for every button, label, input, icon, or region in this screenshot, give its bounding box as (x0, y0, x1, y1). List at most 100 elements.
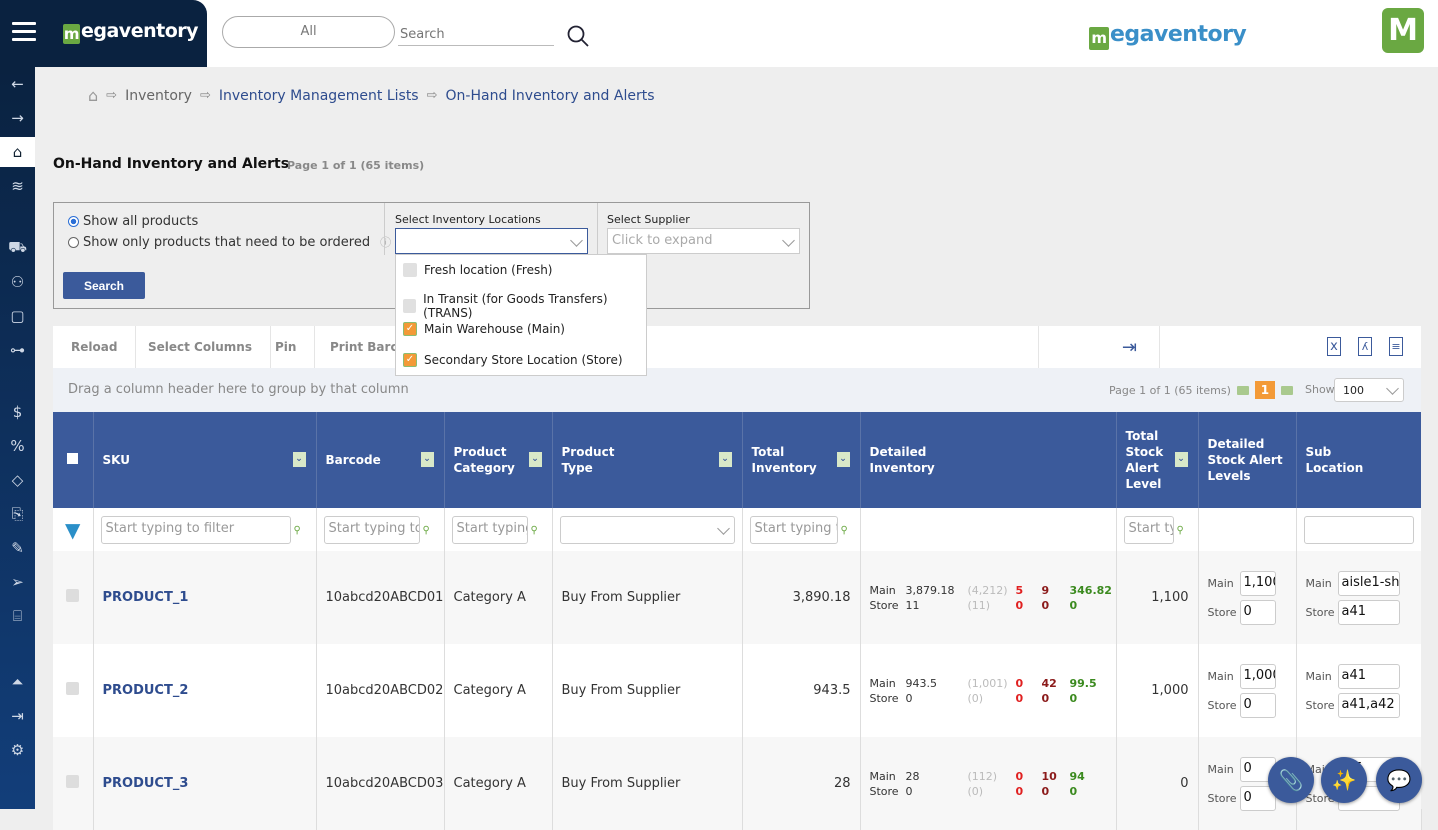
column-header[interactable]: Detailed Stock Alert Levels (1198, 412, 1297, 508)
column-header[interactable]: Sub Location (1296, 412, 1422, 508)
search-button[interactable]: Search (63, 272, 145, 299)
sku-filter[interactable]: Start typing to filter (100, 515, 291, 544)
chat-button[interactable]: 💬 (1376, 757, 1422, 803)
alert-level-filter[interactable]: Start typing to filter (1123, 515, 1174, 544)
column-header[interactable]: Total Inventory ⌄ (742, 412, 861, 508)
locations-select[interactable] (395, 228, 588, 254)
tag-icon[interactable]: ◇ (0, 465, 35, 495)
sku-link[interactable]: PRODUCT_2 (103, 683, 189, 698)
location-option[interactable]: ✓ Main Warehouse (Main) (403, 322, 565, 336)
layers-icon[interactable]: ≋ (0, 171, 35, 201)
supplier-select[interactable]: Click to expand (607, 228, 800, 254)
search-icon[interactable] (566, 24, 590, 48)
checkbox[interactable]: ✓ (403, 322, 417, 336)
sub-location-input[interactable]: a41,a42 (1337, 692, 1400, 718)
import-icon[interactable]: ⇥ (1122, 337, 1137, 358)
checkbox[interactable] (403, 299, 417, 313)
forward-arrow-icon[interactable]: → (0, 103, 35, 133)
garage-icon[interactable]: ⌸ (0, 601, 35, 631)
truck-icon[interactable]: ⛟ (0, 233, 35, 263)
page-size-select[interactable]: 100 (1334, 378, 1404, 402)
location-option[interactable]: ✓ Secondary Store Location (Store) (403, 353, 623, 367)
pin-icon[interactable]: ⚲ (423, 525, 430, 536)
dollar-icon[interactable]: $ (0, 397, 35, 427)
sub-location-input[interactable]: a41 (1337, 663, 1400, 689)
brush-icon[interactable]: ✎ (0, 533, 35, 563)
breadcrumb-inventory[interactable]: Inventory (125, 88, 192, 104)
select-all-checkbox[interactable] (67, 453, 79, 464)
table-row[interactable]: PRODUCT_3 10abcd20ABCD03 Category A Buy … (53, 737, 1422, 830)
scroll-icon[interactable]: ⎘ (0, 499, 35, 529)
search-input[interactable] (398, 24, 554, 46)
home-icon[interactable]: ⌂ (88, 86, 98, 105)
magic-wand-button[interactable]: ✨ (1321, 757, 1367, 803)
radio-show-all[interactable]: Show all products (68, 214, 198, 229)
breadcrumb-current[interactable]: On-Hand Inventory and Alerts (446, 88, 655, 104)
import-icon[interactable]: ⇥ (0, 701, 35, 731)
radio-show-to-order[interactable]: Show only products that need to be order… (68, 234, 391, 250)
table-row[interactable]: PRODUCT_2 10abcd20ABCD02 Category A Buy … (53, 644, 1422, 737)
prev-page-button[interactable] (1236, 385, 1249, 395)
row-checkbox[interactable] (66, 589, 80, 602)
hamburger-menu-icon[interactable] (12, 22, 36, 42)
current-page[interactable]: 1 (1254, 381, 1275, 399)
column-menu-icon[interactable]: ⌄ (292, 452, 306, 467)
search-scope-select[interactable]: All (222, 16, 395, 48)
warehouse-icon[interactable]: ⌂ (0, 137, 35, 167)
pin-icon[interactable]: ⚲ (294, 525, 301, 536)
alert-level-input[interactable]: 0 (1239, 692, 1276, 718)
column-header[interactable]: Product Category ⌄ (444, 412, 553, 508)
column-menu-icon[interactable]: ⌄ (718, 452, 732, 467)
pin-button[interactable]: Pin (257, 326, 316, 368)
box-icon[interactable]: ▢ (0, 301, 35, 331)
sub-location-input[interactable]: a41 (1337, 599, 1400, 625)
column-menu-icon[interactable]: ⌄ (420, 452, 434, 467)
alert-level-input[interactable]: 0 (1239, 599, 1276, 625)
location-option[interactable]: Fresh location (Fresh) (403, 263, 552, 277)
next-page-button[interactable] (1280, 385, 1293, 395)
alert-level-input[interactable]: 1,000 (1239, 663, 1276, 689)
sku-link[interactable]: PRODUCT_3 (103, 776, 189, 791)
attachment-button[interactable]: 📎 (1268, 757, 1314, 803)
column-header[interactable]: SKU ⌄ (93, 412, 317, 508)
gear-icon[interactable]: ⚙ (0, 735, 35, 765)
checkbox[interactable] (403, 263, 417, 277)
select-columns-button[interactable]: Select Columns (130, 326, 271, 368)
row-checkbox[interactable] (66, 775, 80, 788)
users-icon[interactable]: ⚇ (0, 267, 35, 297)
workflow-icon[interactable]: ⊶ (0, 335, 35, 365)
help-icon[interactable]: ⓘ (380, 234, 391, 250)
chart-icon[interactable]: ⏶ (0, 667, 35, 697)
sku-link[interactable]: PRODUCT_1 (103, 590, 189, 605)
percent-icon[interactable]: % (0, 431, 35, 461)
column-menu-icon[interactable]: ⌄ (528, 452, 542, 467)
pin-icon[interactable]: ⚲ (1177, 525, 1184, 536)
row-checkbox[interactable] (66, 682, 80, 695)
checkbox[interactable]: ✓ (403, 353, 417, 367)
pin-icon[interactable]: ⚲ (841, 525, 848, 536)
export-pdf-icon[interactable]: ʎ (1358, 337, 1372, 356)
barcode-filter[interactable]: Start typing to filter (323, 515, 420, 544)
alert-level-input[interactable]: 1,100 (1239, 570, 1276, 596)
sub-location-filter[interactable] (1303, 515, 1414, 544)
filter-icon[interactable]: ▼ (65, 518, 80, 542)
export-text-icon[interactable]: ≡ (1389, 337, 1403, 356)
reload-button[interactable]: Reload (53, 326, 137, 368)
back-arrow-icon[interactable]: ← (0, 69, 35, 99)
column-menu-icon[interactable]: ⌄ (1174, 452, 1188, 467)
breadcrumb-management-lists[interactable]: Inventory Management Lists (219, 88, 419, 104)
location-option[interactable]: In Transit (for Goods Transfers) (TRANS) (403, 292, 646, 320)
column-header[interactable]: Barcode ⌄ (316, 412, 445, 508)
logo[interactable]: m egaventory (63, 20, 199, 44)
column-header[interactable]: Detailed Inventory (860, 412, 1117, 508)
category-filter[interactable]: Start typing to filter (451, 515, 528, 544)
send-icon[interactable]: ➢ (0, 567, 35, 597)
column-header[interactable]: Total Stock Alert Level ⌄ (1116, 412, 1199, 508)
pin-icon[interactable]: ⚲ (531, 525, 538, 536)
export-excel-icon[interactable]: x (1327, 337, 1341, 356)
product-type-filter[interactable] (559, 515, 735, 544)
sub-location-input[interactable]: aisle1-shelf (1337, 570, 1400, 596)
app-cube-logo[interactable]: M (1382, 8, 1424, 53)
total-inventory-filter[interactable]: Start typing to filter (749, 515, 838, 544)
scrollbar[interactable] (1421, 326, 1438, 809)
